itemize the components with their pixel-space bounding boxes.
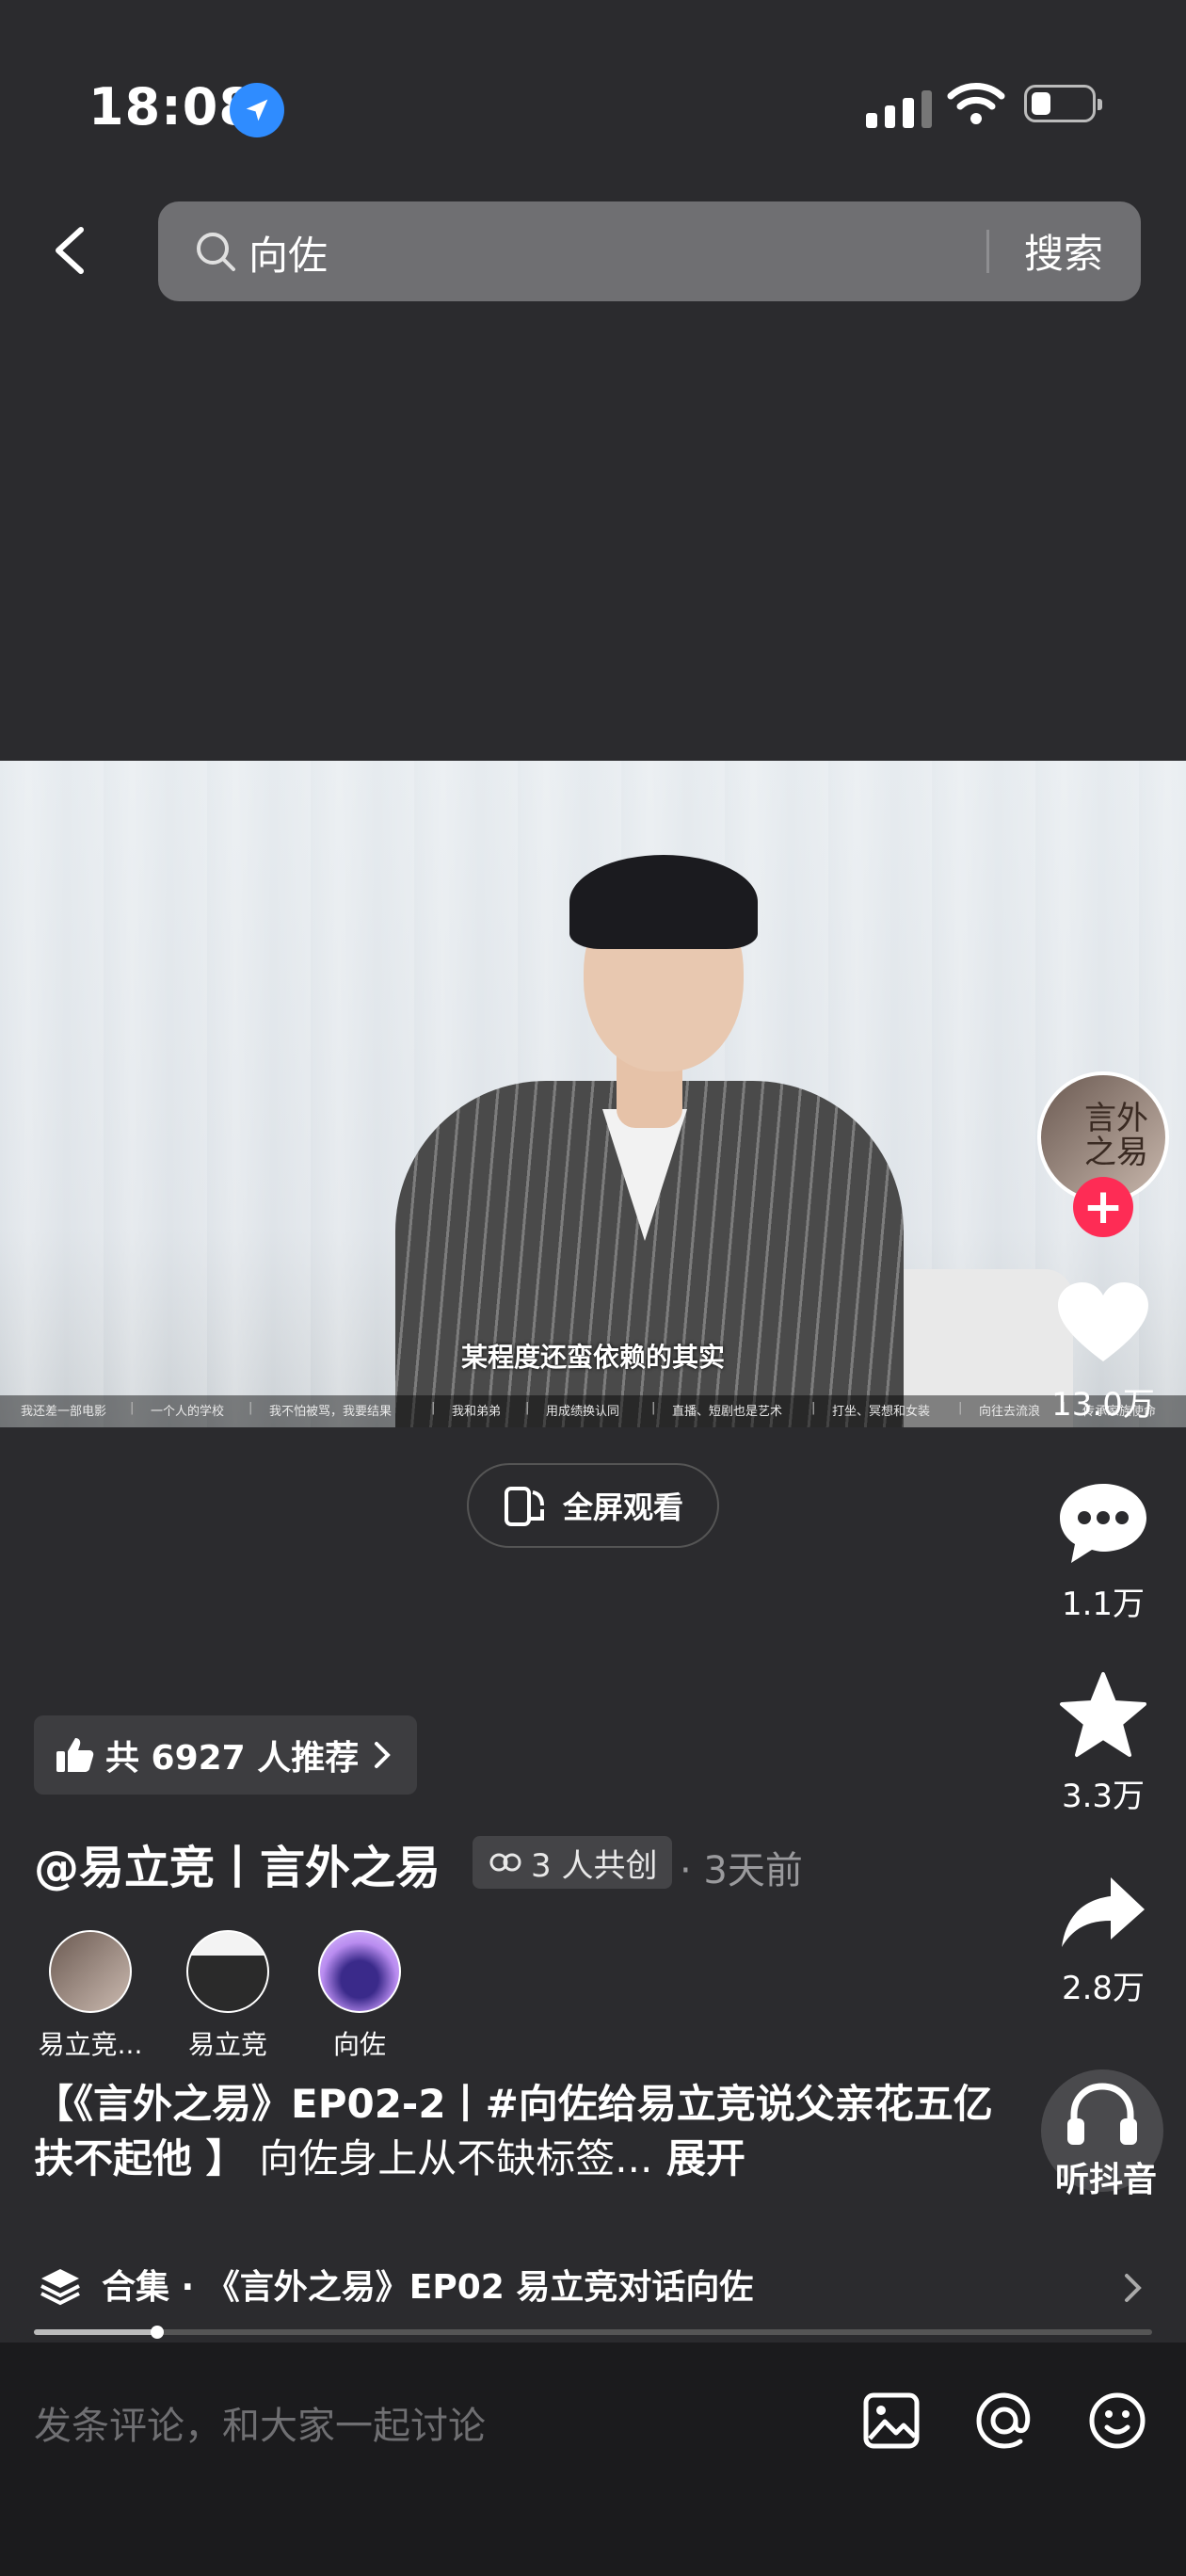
favorite-count: 3.3万 [1061, 1778, 1146, 1815]
cocreator-item[interactable]: 易立竞... [24, 1930, 156, 2062]
video-player[interactable]: 某程度还蛮依赖的其实 我还差一部电影 一个人的学校 我不怕被骂，我要结果 我和弟… [0, 761, 1186, 1427]
link-icon [489, 1853, 521, 1872]
cellular-signal-icon [866, 85, 932, 128]
search-bar[interactable]: 向佐 搜索 [158, 201, 1141, 301]
avatar [186, 1930, 269, 2013]
collection-row[interactable]: 合集 · 《言外之易》EP02 易立竞对话向佐 [0, 2248, 1186, 2324]
like-count: 13.0万 [1051, 1386, 1155, 1424]
chapter-item[interactable]: 我和弟弟 [431, 1401, 501, 1419]
search-input[interactable]: 向佐 [248, 224, 328, 282]
chapter-item[interactable]: 用成绩换认同 [525, 1401, 619, 1419]
fullscreen-label: 全屏观看 [563, 1489, 684, 1525]
thumbs-up-icon [56, 1738, 94, 1772]
back-button[interactable] [45, 222, 102, 279]
avatar [318, 1930, 401, 2013]
search-icon [194, 230, 237, 277]
video-subtitle: 某程度还蛮依赖的其实 [460, 1342, 725, 1373]
cocreator-name: 向佐 [332, 2029, 386, 2060]
favorite-button[interactable]: 3.3万 [1028, 1670, 1178, 1816]
comment-button[interactable]: 1.1万 [1028, 1478, 1178, 1624]
search-divider [986, 230, 989, 273]
share-button[interactable]: 2.8万 [1028, 1874, 1178, 2008]
video-person-hair [569, 855, 758, 949]
cocreator-item[interactable]: 向佐 [294, 1930, 425, 2062]
author-name[interactable]: @易立竞丨言外之易 [34, 1830, 441, 1896]
layers-icon [40, 2269, 80, 2306]
cocreator-name: 易立竞... [38, 2029, 143, 2060]
battery-icon [1024, 85, 1102, 122]
star-icon [1060, 1672, 1146, 1757]
share-arrow-icon [1062, 1877, 1145, 1947]
cocreate-label: 3 人共创 [531, 1846, 658, 1885]
location-arrow-icon [230, 83, 284, 137]
heart-icon [1058, 1282, 1148, 1361]
headphones-icon [1067, 2083, 1137, 2145]
cocreator-name: 易立竞 [187, 2029, 267, 2060]
cocreate-badge[interactable]: 3 人共创 [473, 1836, 673, 1889]
description-text: 向佐身上从不缺标签... [259, 2135, 653, 2182]
progress-handle[interactable] [150, 2326, 164, 2339]
chapter-item[interactable]: 一个人的学校 [130, 1401, 224, 1419]
share-count: 2.8万 [1061, 1970, 1146, 2007]
video-progress-bar[interactable] [34, 2326, 1152, 2339]
image-icon[interactable] [858, 2388, 924, 2454]
like-button[interactable]: 13.0万 [1028, 1279, 1178, 1425]
chevron-right-icon [1125, 2274, 1142, 2302]
listen-label: 听抖音 [1054, 2161, 1157, 2199]
cocreator-item[interactable]: 易立竞 [162, 1930, 294, 2062]
recommend-text: 共 6927 人推荐 [105, 1739, 360, 1778]
recommend-pill[interactable]: 共 6927 人推荐 [34, 1715, 418, 1795]
follow-plus-button[interactable]: + [1073, 1177, 1133, 1237]
emoji-icon[interactable] [1084, 2388, 1150, 2454]
chevron-right-icon [375, 1742, 392, 1768]
chevron-left-icon [56, 227, 84, 274]
expand-button[interactable]: 展开 [666, 2135, 745, 2182]
chapter-item[interactable]: 我不怕被骂，我要结果 [248, 1401, 392, 1419]
video-description[interactable]: 【《言外之易》EP02-2丨#向佐给易立竞说父亲花五亿扶不起他 】 向佐身上从不… [34, 2077, 994, 2186]
chapter-item[interactable]: 打坐、冥想和女装 [811, 1401, 930, 1419]
at-mention-icon[interactable] [971, 2388, 1037, 2454]
fullscreen-button[interactable]: 全屏观看 [467, 1463, 719, 1548]
comment-input[interactable]: 发条评论，和大家一起讨论 [34, 2395, 486, 2450]
chapter-bar[interactable]: 我还差一部电影 一个人的学校 我不怕被骂，我要结果 我和弟弟 用成绩换认同 直播… [0, 1395, 1186, 1427]
progress-fill [34, 2329, 157, 2335]
post-time: · 3天前 [680, 1849, 803, 1892]
wifi-icon [947, 81, 1005, 130]
comment-count: 1.1万 [1061, 1586, 1146, 1623]
chapter-item[interactable]: 直播、短剧也是艺术 [651, 1401, 782, 1419]
rotate-screen-icon [505, 1487, 544, 1526]
chapter-item[interactable]: 我还差一部电影 [21, 1401, 106, 1419]
comment-bubble-icon [1060, 1484, 1146, 1563]
avatar [49, 1930, 132, 2013]
collection-label: 合集 · 《言外之易》EP02 易立竞对话向佐 [102, 2268, 754, 2307]
search-button[interactable]: 搜索 [1024, 222, 1103, 280]
avatar-logo-text: 言外 之易 [1084, 1100, 1148, 1171]
comment-bar[interactable]: 发条评论，和大家一起讨论 [0, 2343, 1186, 2576]
